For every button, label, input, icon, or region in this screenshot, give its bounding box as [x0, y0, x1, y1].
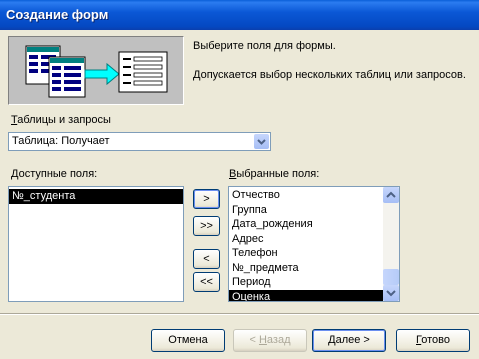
available-label-accel: Д — [11, 168, 19, 180]
selected-fields-label: Выбранные поля: — [229, 168, 319, 180]
intro-line-2: Допускается выбор нескольких таблиц или … — [193, 69, 466, 81]
list-item[interactable]: Период — [229, 275, 383, 290]
scroll-thumb[interactable] — [383, 269, 399, 285]
list-item[interactable]: Телефон — [229, 246, 383, 261]
chevron-down-icon — [386, 290, 396, 297]
tables-label-text: аблицы и запросы — [17, 114, 111, 126]
back-button-prefix: < — [249, 334, 259, 346]
list-item[interactable]: Оценка — [229, 289, 383, 301]
next-button-accel: Д — [328, 334, 336, 346]
title-bar: Создание форм — [0, 0, 479, 30]
add-field-button[interactable]: > — [193, 189, 220, 209]
window-title: Создание форм — [6, 7, 109, 22]
scroll-up-button[interactable] — [383, 187, 399, 203]
cancel-button[interactable]: Отмена — [151, 329, 225, 352]
list-item[interactable]: №_предмета — [229, 261, 383, 276]
selected-label-text: ыбранные поля: — [236, 168, 320, 180]
chevron-up-icon — [386, 191, 396, 198]
remove-field-button[interactable]: < — [193, 249, 220, 269]
chevron-down-icon[interactable] — [254, 134, 269, 149]
list-item[interactable]: Дата_рождения — [229, 217, 383, 232]
back-button-text: азад — [266, 334, 291, 346]
back-button-accel: Н — [258, 334, 267, 346]
divider — [0, 313, 479, 315]
remove-all-fields-button[interactable]: << — [193, 272, 220, 292]
scrollbar[interactable] — [383, 187, 399, 301]
available-label-text: оступные поля: — [18, 168, 98, 180]
scroll-down-button[interactable] — [383, 285, 399, 301]
finish-button-text: отово — [421, 334, 450, 346]
list-item[interactable]: Адрес — [229, 232, 383, 247]
tables-label: Таблицы и запросы — [11, 114, 111, 126]
next-button-text: алее > — [335, 334, 370, 346]
list-item[interactable]: №_студента — [9, 189, 183, 204]
finish-button[interactable]: Готово — [396, 329, 470, 352]
tables-combobox[interactable]: Таблица: Получает — [8, 132, 271, 151]
selected-fields-list[interactable]: Отчество Группа Дата_рождения Адрес Теле… — [228, 186, 400, 302]
list-item[interactable]: Группа — [229, 203, 383, 218]
add-all-fields-button[interactable]: >> — [193, 216, 220, 236]
list-item[interactable]: Отчество — [229, 188, 383, 203]
available-fields-label: Доступные поля: — [11, 168, 97, 180]
back-button[interactable]: < Назад — [233, 329, 307, 352]
intro-line-1: Выберите поля для формы. — [193, 40, 336, 52]
wizard-illustration — [8, 36, 184, 105]
tables-to-form-icon — [25, 45, 168, 98]
available-fields-list[interactable]: №_студента — [8, 186, 184, 302]
tables-combobox-value: Таблица: Получает — [12, 135, 110, 147]
next-button[interactable]: Далее > — [312, 329, 386, 352]
